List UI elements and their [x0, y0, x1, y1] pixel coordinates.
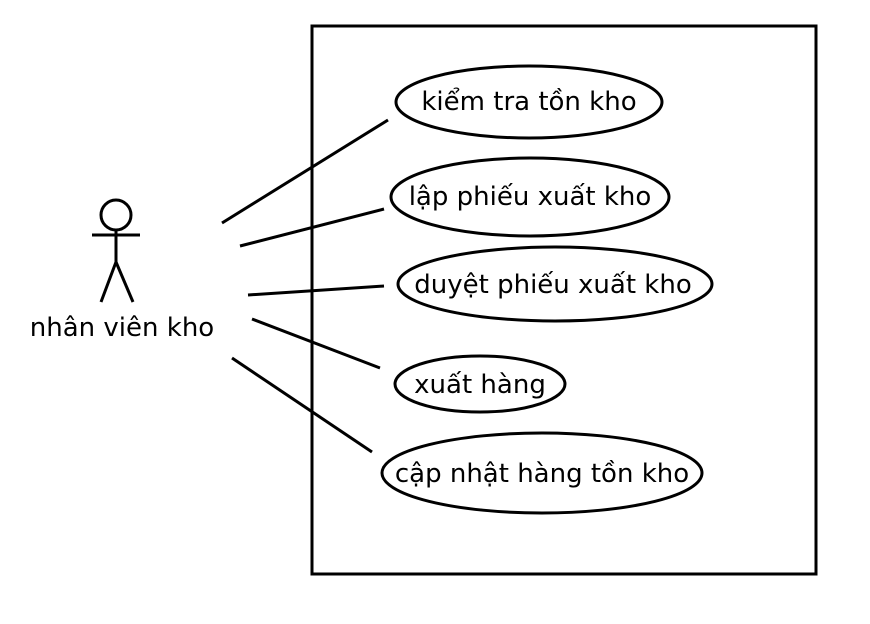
association-line: [231, 356, 373, 454]
association-line: [251, 317, 381, 370]
actor-left-leg: [99, 261, 118, 303]
use-case-diagram: nhân viên kho kiểm tra tồn kho lập phiếu…: [30, 24, 818, 576]
actor-figure: [92, 198, 140, 303]
actor-label: nhân viên kho: [30, 313, 214, 343]
use-case-duyet-phieu-xuat-kho[interactable]: duyệt phiếu xuất kho: [396, 245, 714, 323]
association-line: [221, 118, 389, 225]
actor-head: [99, 198, 133, 232]
use-case-xuat-hang[interactable]: xuất hàng: [393, 354, 567, 414]
use-case-label: xuất hàng: [414, 370, 546, 400]
use-case-cap-nhat-hang-ton-kho[interactable]: cập nhật hàng tồn kho: [380, 431, 704, 515]
use-case-label: cập nhật hàng tồn kho: [395, 459, 689, 489]
use-case-label: duyệt phiếu xuất kho: [414, 270, 691, 300]
use-case-label: lập phiếu xuất kho: [409, 182, 652, 212]
use-case-lap-phieu-xuat-kho[interactable]: lập phiếu xuất kho: [389, 156, 671, 238]
use-case-label: kiểm tra tồn kho: [421, 86, 636, 117]
use-case-kiem-tra-ton-kho[interactable]: kiểm tra tồn kho: [394, 64, 664, 140]
actor-right-leg: [114, 261, 135, 303]
association-line: [247, 284, 385, 297]
